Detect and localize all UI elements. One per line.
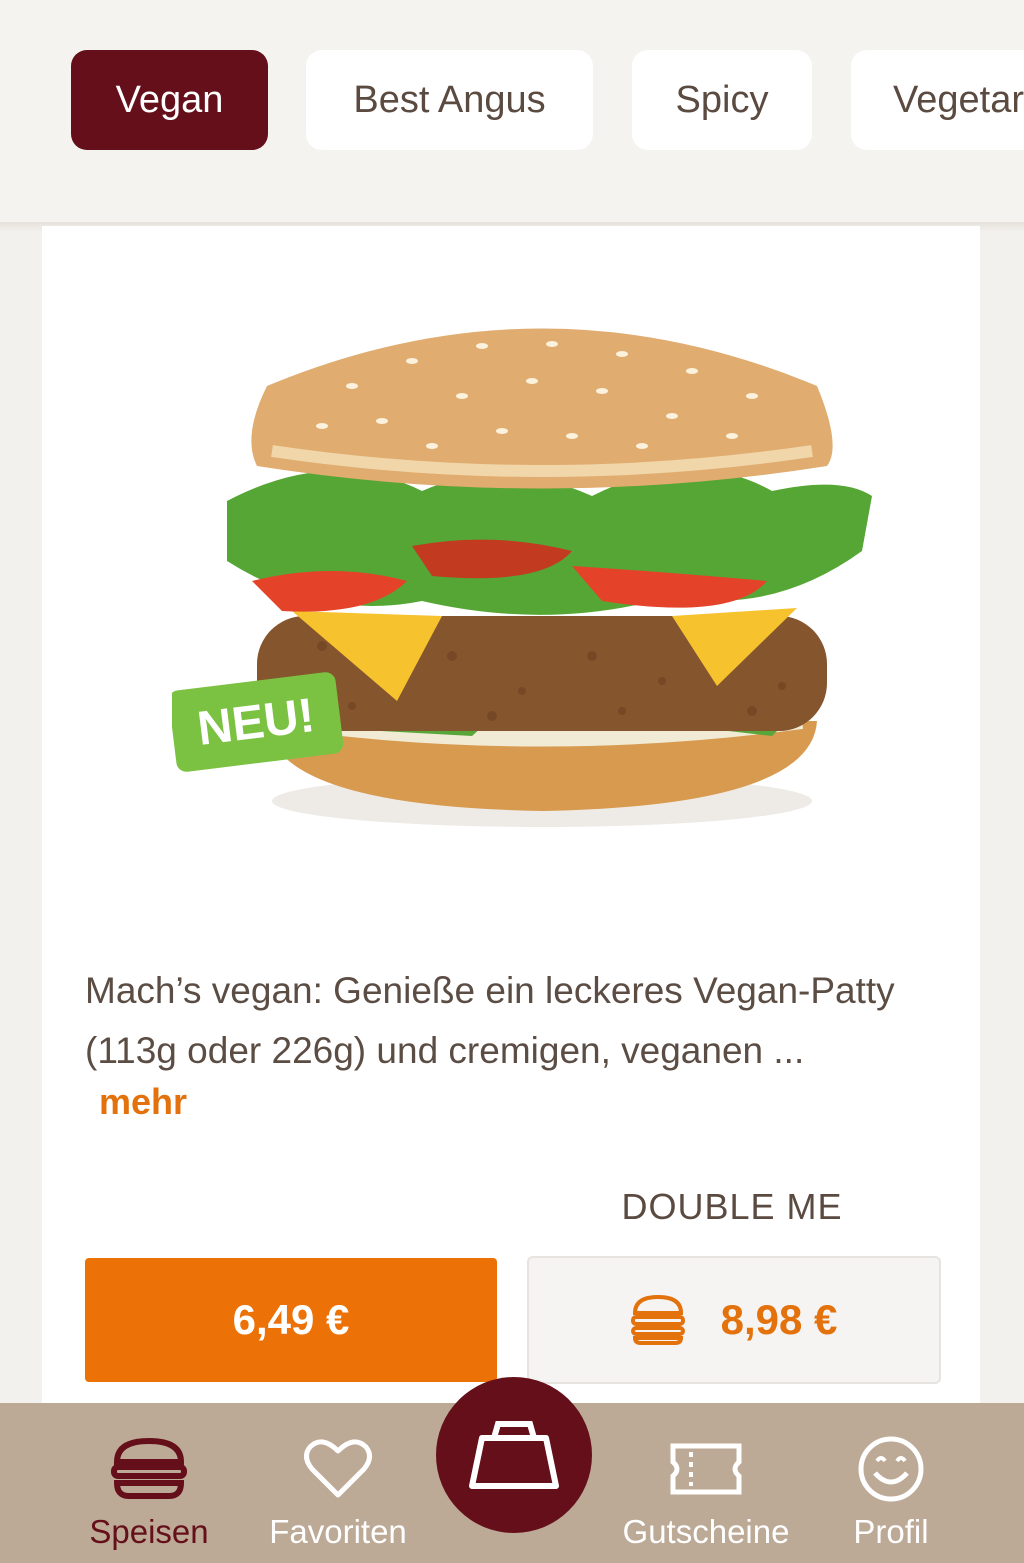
double-me-button[interactable]: 8,98 €: [527, 1256, 941, 1384]
product-image: NEU!: [172, 328, 872, 827]
price-button[interactable]: 6,49 €: [85, 1258, 497, 1382]
nav-label-favoriten: Favoriten: [269, 1513, 407, 1550]
ticket-icon: [670, 1443, 742, 1495]
burger-icon: [630, 1295, 685, 1345]
tab-vegetarian[interactable]: Vegetar: [851, 50, 1024, 150]
tab-best-angus[interactable]: Best Angus: [306, 50, 593, 150]
nav-label-gutscheine: Gutscheine: [622, 1513, 790, 1550]
nav-label-profil: Profil: [853, 1513, 929, 1550]
product-card: NEU! Mach’s vegan: Genieße ein leckeres …: [42, 226, 980, 1416]
burger-icon: [111, 1438, 187, 1499]
nav-label-speisen: Speisen: [89, 1513, 209, 1550]
heart-icon: [304, 1439, 372, 1498]
tab-spicy[interactable]: Spicy: [632, 50, 812, 150]
shopping-bag-icon: [469, 1421, 559, 1489]
nav-item-gutscheine[interactable]: Gutscheine: [606, 1403, 806, 1563]
nav-item-speisen[interactable]: Speisen: [54, 1403, 244, 1563]
smiley-icon: [858, 1436, 924, 1502]
cart-button[interactable]: [436, 1377, 592, 1533]
category-tabs: Vegan Best Angus Spicy Vegetar: [0, 0, 1024, 222]
tab-vegan[interactable]: Vegan: [71, 50, 268, 150]
more-link[interactable]: mehr: [99, 1081, 187, 1123]
double-price-text: 8,98 €: [720, 1296, 838, 1343]
nav-item-favoriten[interactable]: Favoriten: [240, 1403, 436, 1563]
price-text: 6,49 €: [232, 1296, 350, 1343]
product-description: Mach’s vegan: Genieße ein leckeres Vegan…: [85, 970, 895, 1071]
double-me-label: DOUBLE ME: [621, 1186, 843, 1227]
nav-item-profil[interactable]: Profil: [826, 1403, 956, 1563]
